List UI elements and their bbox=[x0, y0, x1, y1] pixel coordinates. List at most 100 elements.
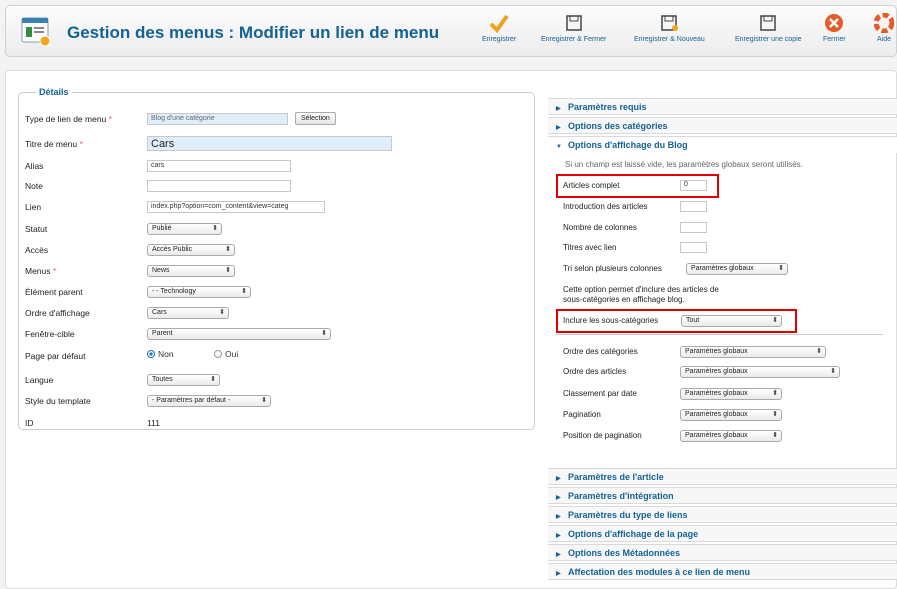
panel-page-display[interactable]: ▶ Options d'affichage de la page bbox=[548, 525, 897, 542]
save-copy-icon bbox=[760, 15, 777, 31]
pagination-select[interactable]: Paramètres globaux ⬍ bbox=[680, 409, 782, 421]
status-label: Statut bbox=[25, 224, 48, 234]
help-label: Aide bbox=[876, 36, 891, 43]
language-select[interactable]: Toutes ⬍ bbox=[147, 374, 220, 386]
collapsed-arrow-icon: ▶ bbox=[556, 476, 561, 482]
help-button[interactable]: Aide bbox=[874, 13, 894, 43]
parent-label: Élément parent bbox=[25, 287, 83, 297]
highlight-box bbox=[556, 309, 797, 333]
multi-sort-select[interactable]: Paramètres globaux ⬍ bbox=[686, 263, 788, 275]
save-copy-button[interactable]: Enregistrer une copie bbox=[735, 13, 802, 43]
blog-options-note: Si un champ est laissé vide, les paramèt… bbox=[565, 160, 803, 169]
panel-required-params[interactable]: ▶ Paramètres requis bbox=[548, 98, 897, 115]
collapsed-arrow-icon: ▶ bbox=[556, 514, 561, 520]
link-field[interactable]: index.php?option=com_content&view=categ bbox=[147, 201, 325, 213]
order-select[interactable]: Cars ⬍ bbox=[147, 307, 229, 319]
pagination-position-label: Position de pagination bbox=[563, 431, 642, 440]
close-label: Fermer bbox=[823, 36, 846, 43]
id-label: ID bbox=[25, 418, 34, 428]
alias-field[interactable]: cars bbox=[147, 160, 291, 172]
page-title: Gestion des menus : Modifier un lien de … bbox=[67, 23, 440, 42]
collapsed-arrow-icon: ▶ bbox=[556, 571, 561, 577]
note-field[interactable] bbox=[147, 180, 291, 192]
save-copy-label: Enregistrer une copie bbox=[735, 36, 802, 43]
subcat-note-line-1: Cette option permet d'inclure des articl… bbox=[563, 285, 719, 294]
collapsed-arrow-icon: ▶ bbox=[556, 533, 561, 539]
id-value: 111 bbox=[147, 418, 160, 428]
language-label: Langue bbox=[25, 375, 54, 385]
home-no-radio[interactable]: Non bbox=[147, 349, 174, 359]
columns-label: Nombre de colonnes bbox=[563, 223, 637, 232]
menus-select[interactable]: News ⬍ bbox=[147, 265, 235, 277]
intro-articles-field[interactable] bbox=[680, 201, 707, 212]
category-order-label: Ordre des catégories bbox=[563, 347, 638, 356]
pagination-label: Pagination bbox=[563, 410, 601, 419]
panel-metadata[interactable]: ▶ Options des Métadonnées bbox=[548, 544, 897, 561]
panel-category-options[interactable]: ▶ Options des catégories bbox=[548, 117, 897, 134]
parent-select[interactable]: - - Technology ⬍ bbox=[147, 286, 251, 298]
select-arrow-icon: ⬍ bbox=[261, 397, 267, 404]
date-sort-value: Paramètres globaux bbox=[685, 390, 748, 397]
status-select[interactable]: Publié ⬍ bbox=[147, 223, 222, 235]
panel-blog-options[interactable]: ▼ Options d'affichage du Blog bbox=[548, 136, 897, 153]
pagination-position-select[interactable]: Paramètres globaux ⬍ bbox=[680, 430, 782, 442]
collapsed-arrow-icon: ▶ bbox=[556, 495, 561, 501]
select-arrow-icon: ⬍ bbox=[772, 432, 778, 439]
menu-type-field[interactable]: Blog d'une catégorie bbox=[147, 113, 288, 125]
save-new-icon bbox=[661, 15, 679, 31]
select-arrow-icon: ⬍ bbox=[772, 390, 778, 397]
close-button[interactable]: Fermer bbox=[823, 13, 846, 43]
save-new-button[interactable]: Enregistrer & Nouveau bbox=[634, 13, 705, 43]
columns-field[interactable] bbox=[680, 222, 707, 233]
home-yes-radio[interactable]: Oui bbox=[214, 349, 238, 359]
linked-titles-label: Titres avec lien bbox=[563, 243, 617, 252]
date-sort-label: Classement par date bbox=[563, 389, 637, 398]
panel-integration-params[interactable]: ▶ Paramètres d'intégration bbox=[548, 487, 897, 504]
status-value: Publié bbox=[152, 225, 172, 232]
select-arrow-icon: ⬍ bbox=[321, 330, 327, 337]
target-select[interactable]: Parent ⬍ bbox=[147, 328, 331, 340]
article-order-value: Paramètres globaux bbox=[685, 368, 748, 375]
multi-sort-value: Paramètres globaux bbox=[691, 265, 754, 272]
panel-link-type-params[interactable]: ▶ Paramètres du type de liens bbox=[548, 506, 897, 523]
save-close-button[interactable]: Enregistrer & Fermer bbox=[541, 13, 606, 43]
order-value: Cars bbox=[152, 309, 167, 316]
access-value: Accès Public bbox=[152, 246, 193, 253]
date-sort-select[interactable]: Paramètres globaux ⬍ bbox=[680, 388, 782, 400]
template-select[interactable]: - Paramètres par défaut - ⬍ bbox=[147, 395, 271, 407]
intro-articles-label: Introduction des articles bbox=[563, 202, 648, 211]
radio-checked-icon bbox=[147, 350, 155, 358]
access-select[interactable]: Accès Public ⬍ bbox=[147, 244, 235, 256]
save-button[interactable]: Enregistrer bbox=[482, 13, 516, 43]
article-order-select[interactable]: Paramètres globaux ⬍ bbox=[680, 366, 840, 378]
menus-value: News bbox=[152, 267, 170, 274]
details-legend: Détails bbox=[36, 87, 72, 97]
divider bbox=[556, 334, 883, 335]
select-arrow-icon: ⬍ bbox=[212, 225, 218, 232]
select-type-button[interactable]: Sélection bbox=[295, 112, 336, 125]
expanded-arrow-icon: ▼ bbox=[556, 144, 562, 150]
save-button-label: Enregistrer bbox=[482, 36, 517, 43]
panel-module-assignment[interactable]: ▶ Affectation des modules à ce lien de me… bbox=[548, 563, 897, 580]
menu-title-field[interactable]: Cars bbox=[147, 136, 392, 151]
multi-sort-label: Tri selon plusieurs colonnes bbox=[563, 264, 662, 273]
panel-article-params[interactable]: ▶ Paramètres de l'article bbox=[548, 468, 897, 485]
select-arrow-icon: ⬍ bbox=[241, 288, 247, 295]
collapsed-arrow-icon: ▶ bbox=[556, 125, 561, 131]
linked-titles-field[interactable] bbox=[680, 242, 707, 253]
help-icon bbox=[874, 13, 894, 33]
collapsed-arrow-icon: ▶ bbox=[556, 106, 561, 112]
select-arrow-icon: ⬍ bbox=[778, 265, 784, 272]
link-label: Lien bbox=[25, 202, 42, 212]
note-label: Note bbox=[25, 181, 43, 191]
menu-manager-icon bbox=[21, 16, 51, 47]
save-close-label: Enregistrer & Fermer bbox=[541, 36, 607, 43]
subcat-note-line-2: sous-catégories en affichage blog. bbox=[563, 295, 685, 304]
template-label: Style du template bbox=[25, 396, 91, 406]
category-order-select[interactable]: Paramètres globaux ⬍ bbox=[680, 346, 826, 358]
article-order-label: Ordre des articles bbox=[563, 367, 627, 376]
select-arrow-icon: ⬍ bbox=[830, 368, 836, 375]
menus-label: Menus * bbox=[25, 266, 57, 276]
select-arrow-icon: ⬍ bbox=[225, 246, 231, 253]
select-arrow-icon: ⬍ bbox=[219, 309, 225, 316]
